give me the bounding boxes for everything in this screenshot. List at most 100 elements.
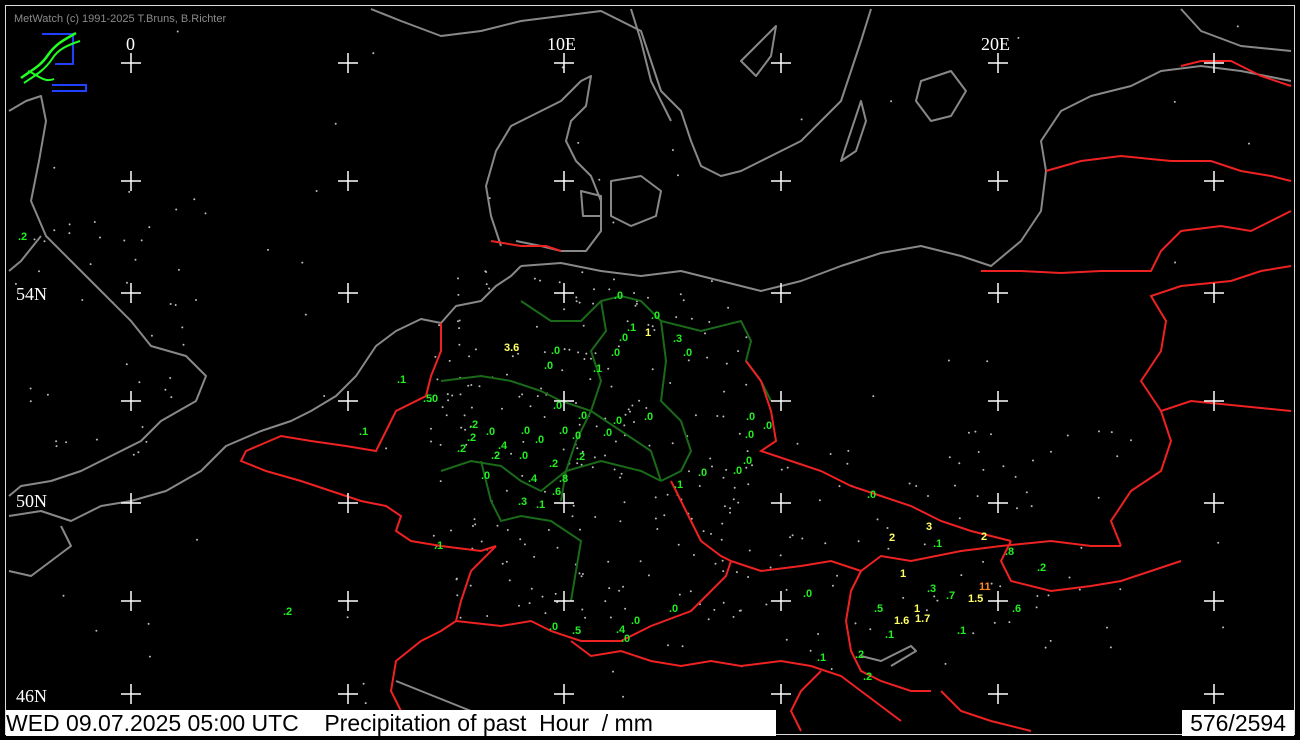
station-dot bbox=[631, 404, 634, 407]
station-dot bbox=[486, 615, 489, 617]
station-dot bbox=[854, 622, 857, 625]
precip-value: .0 bbox=[481, 470, 491, 482]
footer-datetime: WED 09.07.2025 05:00 UTC bbox=[6, 710, 299, 736]
precip-value: .0 bbox=[549, 621, 559, 633]
station-dot bbox=[745, 336, 748, 339]
grid-cross bbox=[771, 391, 791, 411]
station-dot bbox=[436, 378, 439, 381]
station-dot bbox=[960, 574, 963, 577]
station-dot bbox=[1110, 431, 1113, 434]
station-dot bbox=[923, 543, 926, 546]
grid-cross bbox=[988, 684, 1008, 704]
station-dot bbox=[501, 562, 504, 565]
precip-value: .0 bbox=[614, 290, 624, 302]
station-dot bbox=[1130, 439, 1132, 442]
station-dot bbox=[181, 326, 184, 329]
precip-value: 2 bbox=[889, 532, 896, 544]
station-dot bbox=[540, 387, 543, 390]
grid-cross bbox=[1204, 171, 1224, 191]
station-dot bbox=[958, 462, 961, 465]
station-dot bbox=[780, 468, 783, 471]
station-dot bbox=[458, 327, 461, 330]
station-dot bbox=[747, 576, 750, 578]
station-dot bbox=[1017, 36, 1020, 39]
station-dot bbox=[647, 296, 649, 299]
station-dot bbox=[141, 426, 144, 428]
station-dot bbox=[372, 52, 375, 55]
precip-value: .0 bbox=[603, 427, 613, 439]
grid-cross bbox=[121, 283, 141, 303]
station-dot bbox=[594, 352, 597, 355]
grid-cross bbox=[771, 53, 791, 73]
station-dot bbox=[836, 574, 839, 577]
precip-value: .0 bbox=[631, 615, 641, 627]
station-dot bbox=[459, 393, 462, 396]
precip-value: .0 bbox=[763, 420, 773, 432]
precip-value: .2 bbox=[457, 443, 467, 455]
coastlines bbox=[8, 8, 1292, 712]
station-dot bbox=[624, 413, 627, 416]
station-dot bbox=[671, 442, 674, 445]
station-dot bbox=[68, 223, 71, 226]
precip-value: 1.6 bbox=[894, 615, 910, 627]
station-dot bbox=[589, 378, 592, 381]
station-dot bbox=[710, 280, 713, 283]
station-dot bbox=[982, 560, 985, 563]
station-dot bbox=[582, 324, 585, 327]
precip-value: .0 bbox=[698, 467, 708, 479]
station-dot bbox=[986, 360, 989, 363]
station-dot bbox=[474, 523, 477, 526]
country-borders bbox=[239, 60, 1292, 732]
station-dot bbox=[196, 538, 198, 541]
station-dot bbox=[595, 425, 598, 428]
station-dot bbox=[653, 329, 656, 331]
lon-label-0: 0 bbox=[126, 34, 135, 54]
station-dot bbox=[518, 604, 520, 607]
station-dot bbox=[651, 368, 654, 371]
station-dot bbox=[55, 445, 58, 448]
station-dot bbox=[472, 525, 474, 527]
station-dot bbox=[140, 239, 143, 242]
station-dot bbox=[677, 174, 679, 177]
station-dot bbox=[536, 395, 539, 398]
station-dot bbox=[385, 447, 388, 450]
station-dot bbox=[1080, 546, 1083, 549]
grid-cross bbox=[988, 591, 1008, 611]
station-dot bbox=[722, 415, 725, 418]
station-dot bbox=[434, 355, 437, 358]
precip-value: .1 bbox=[397, 374, 407, 386]
station-dot bbox=[732, 498, 735, 501]
station-dot bbox=[463, 414, 466, 417]
precip-value: .0 bbox=[486, 426, 496, 438]
station-dot bbox=[721, 559, 724, 562]
grid-cross bbox=[338, 493, 358, 513]
precip-value: .1 bbox=[434, 540, 444, 552]
station-dot bbox=[528, 602, 531, 605]
grid-cross bbox=[554, 684, 574, 704]
station-dot bbox=[993, 621, 996, 624]
station-dot bbox=[519, 538, 522, 541]
station-dot bbox=[857, 540, 860, 543]
station-dot bbox=[315, 190, 318, 192]
station-dot bbox=[791, 534, 794, 537]
station-dot bbox=[126, 281, 128, 284]
station-dot bbox=[1174, 261, 1177, 264]
station-dot bbox=[530, 587, 533, 590]
station-dot bbox=[432, 534, 435, 537]
station-dot bbox=[581, 271, 584, 274]
station-dot bbox=[148, 655, 151, 658]
station-dot bbox=[301, 261, 304, 264]
station-dot bbox=[591, 466, 594, 469]
station-dot bbox=[89, 263, 92, 266]
station-dot bbox=[575, 300, 578, 303]
station-dot bbox=[607, 367, 610, 370]
station-dot bbox=[677, 543, 680, 546]
precip-value: 2 bbox=[981, 531, 988, 543]
station-dot bbox=[150, 334, 153, 337]
station-dot bbox=[948, 456, 951, 459]
lat-label-50n: 50N bbox=[16, 491, 47, 511]
station-dot bbox=[1066, 434, 1069, 437]
station-dot bbox=[977, 451, 980, 453]
station-dot bbox=[53, 166, 56, 169]
precip-value: .1 bbox=[817, 652, 827, 664]
